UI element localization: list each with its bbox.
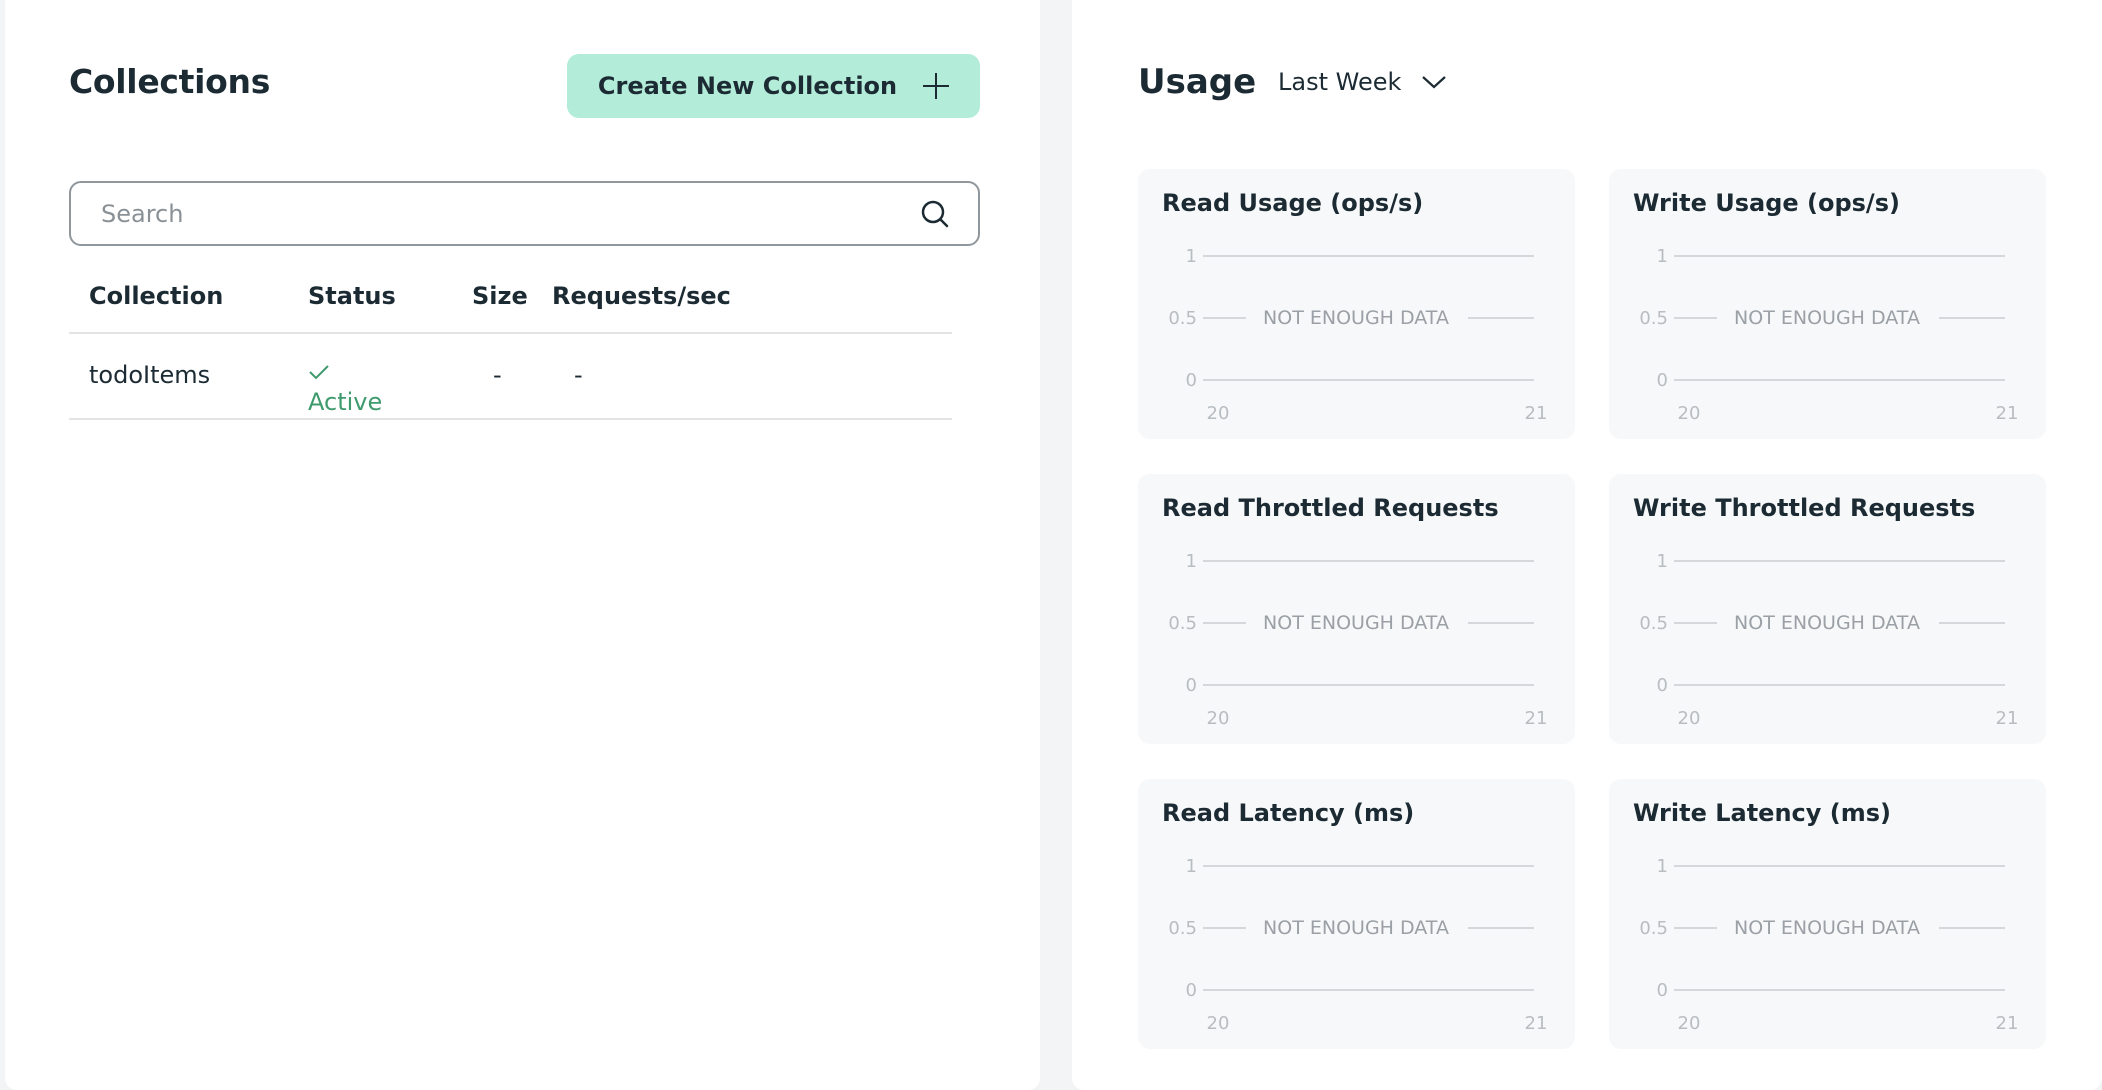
search-icon[interactable] [920, 199, 950, 229]
collection-name[interactable]: todoItems [89, 361, 210, 389]
collections-title: Collections [69, 62, 271, 101]
search-box[interactable] [69, 181, 980, 246]
x-tick-label: 21 [1996, 708, 2019, 729]
search-input[interactable] [101, 183, 901, 244]
empty-data-message: NOT ENOUGH DATA [1734, 307, 1920, 329]
y-tick-label: 1 [1186, 856, 1197, 877]
time-range-dropdown[interactable]: Last Week [1278, 68, 1447, 96]
empty-data-message: NOT ENOUGH DATA [1263, 307, 1449, 329]
column-header-size[interactable]: Size [472, 282, 528, 310]
table-header: Collection Status Size Requests/sec [69, 270, 952, 334]
y-tick-label: 1 [1186, 551, 1197, 572]
empty-data-message: NOT ENOUGH DATA [1263, 612, 1449, 634]
chart-plot: 1 0.5 0 20 21 NOT ENOUGH DATA [1639, 856, 2019, 1034]
y-tick-label: 1 [1657, 551, 1668, 572]
usage-chart-card: Read Throttled Requests 1 0.5 0 20 21 NOT ENOU… [1138, 474, 1575, 744]
x-tick-label: 21 [1525, 403, 1548, 424]
column-header-requests[interactable]: Requests/sec [552, 282, 731, 310]
y-tick-label: 0.5 [1639, 613, 1668, 634]
collections-panel: Collections Create New Collection Collec… [5, 0, 1040, 1090]
y-tick-label: 0 [1186, 370, 1197, 391]
y-tick-label: 0 [1657, 370, 1668, 391]
empty-data-message: NOT ENOUGH DATA [1263, 917, 1449, 939]
y-tick-label: 0.5 [1168, 613, 1197, 634]
y-tick-label: 0.5 [1639, 918, 1668, 939]
x-tick-label: 21 [1525, 1013, 1548, 1034]
y-tick-label: 0.5 [1168, 918, 1197, 939]
status-text: Active [308, 388, 383, 416]
x-tick-label: 20 [1678, 708, 1701, 729]
x-tick-label: 20 [1207, 1013, 1230, 1034]
create-collection-button[interactable]: Create New Collection [567, 54, 980, 118]
y-tick-label: 0.5 [1639, 308, 1668, 329]
y-tick-label: 1 [1657, 856, 1668, 877]
chevron-down-icon [1422, 76, 1447, 89]
plus-icon [923, 73, 950, 99]
usage-chart-card: Write Usage (ops/s) 1 0.5 0 20 21 NOT ENOUGH D… [1609, 169, 2046, 439]
x-tick-label: 20 [1678, 403, 1701, 424]
x-tick-label: 21 [1996, 403, 2019, 424]
collections-table: Collection Status Size Requests/sec todo… [69, 270, 952, 420]
check-icon [309, 365, 329, 380]
x-tick-label: 20 [1678, 1013, 1701, 1034]
chart-plot: 1 0.5 0 20 21 NOT ENOUGH DATA [1168, 856, 1548, 1034]
y-tick-label: 0 [1657, 675, 1668, 696]
status-badge: Active [308, 361, 382, 416]
usage-chart-card: Write Throttled Requests 1 0.5 0 20 21 NOT ENO… [1609, 474, 2046, 744]
time-range-value: Last Week [1278, 68, 1402, 96]
y-tick-label: 1 [1186, 246, 1197, 267]
x-tick-label: 20 [1207, 708, 1230, 729]
y-tick-label: 1 [1657, 246, 1668, 267]
chart-plot: 1 0.5 0 20 21 NOT ENOUGH DATA [1639, 551, 2019, 729]
usage-chart-card: Write Latency (ms) 1 0.5 0 20 21 NOT ENOUGH DA… [1609, 779, 2046, 1049]
chart-plot: 1 0.5 0 20 21 NOT ENOUGH DATA [1168, 246, 1548, 424]
y-tick-label: 0.5 [1168, 308, 1197, 329]
chart-plot: 1 0.5 0 20 21 NOT ENOUGH DATA [1639, 246, 2019, 424]
usage-chart-card: Read Latency (ms) 1 0.5 0 20 21 NOT ENOUGH DAT… [1138, 779, 1575, 1049]
table-row[interactable]: todoItems Active - - [69, 334, 952, 420]
collection-size: - [493, 361, 502, 389]
column-header-collection[interactable]: Collection [89, 282, 223, 310]
y-tick-label: 0 [1186, 675, 1197, 696]
empty-data-message: NOT ENOUGH DATA [1734, 612, 1920, 634]
column-header-status[interactable]: Status [308, 282, 396, 310]
usage-chart-card: Read Usage (ops/s) 1 0.5 0 20 21 NOT ENOUGH DA… [1138, 169, 1575, 439]
empty-data-message: NOT ENOUGH DATA [1734, 917, 1920, 939]
x-tick-label: 20 [1207, 403, 1230, 424]
create-collection-label: Create New Collection [597, 72, 898, 100]
x-tick-label: 21 [1525, 708, 1548, 729]
y-tick-label: 0 [1186, 980, 1197, 1001]
x-tick-label: 21 [1996, 1013, 2019, 1034]
chart-plot: 1 0.5 0 20 21 NOT ENOUGH DATA [1168, 551, 1548, 729]
y-tick-label: 0 [1657, 980, 1668, 1001]
collection-requests: - [574, 361, 583, 389]
usage-title: Usage [1138, 62, 1257, 102]
usage-panel: Usage Last Week Read Usage (ops/s) 1 0.5 0 2… [1072, 0, 2102, 1090]
